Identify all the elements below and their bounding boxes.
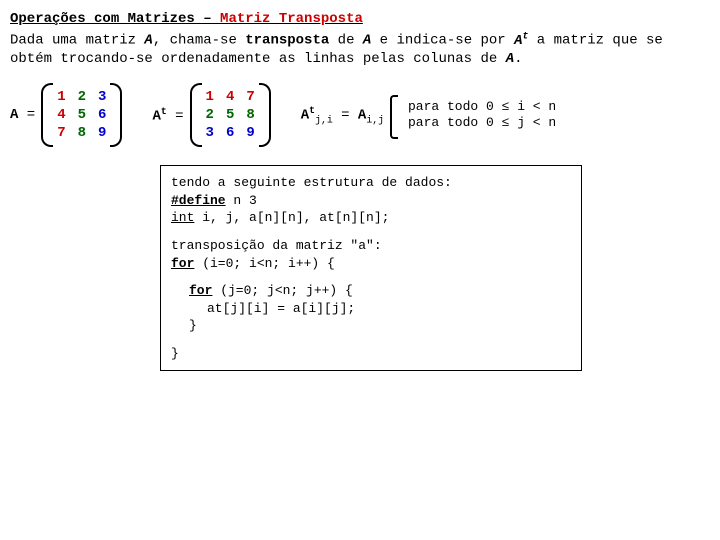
conditions: para todo 0 ≤ i < n para todo 0 ≤ j < n [408, 99, 556, 132]
matrix-row: A = 1 2 3 4 5 6 7 8 9 At = 1 4 7 2 5 8 3 [10, 83, 710, 147]
txt: A [152, 109, 160, 125]
code-line: for (j=0; j<n; j++) { [171, 282, 571, 300]
cond-line: para todo 0 ≤ j < n [408, 115, 556, 131]
txt: A [301, 108, 309, 124]
sym-A: A [506, 51, 514, 67]
intro-text: Dada uma matriz A, chama-se transposta d… [10, 33, 663, 68]
blank-line [171, 335, 571, 345]
code-line: for (i=0; i<n; i++) { [171, 256, 335, 271]
code-line: int i, j, a[n][n], at[n][n]; [171, 210, 389, 225]
code-line: } [171, 346, 179, 361]
kw-define: #define [171, 193, 226, 208]
txt: i < n [509, 99, 556, 114]
txt: i,j [366, 115, 384, 126]
cell: 6 [226, 125, 234, 141]
header-block: Operações com Matrizes – Matriz Transpos… [10, 10, 710, 69]
paren-left-icon [190, 83, 200, 147]
word-transposta: transposta [245, 33, 329, 49]
cell: 9 [246, 125, 254, 141]
txt: j,i [315, 115, 333, 126]
txt: para todo 0 [408, 115, 502, 130]
brace-icon [390, 95, 398, 139]
txt: j < n [509, 115, 556, 130]
txt: i, j, a[n][n], at[n][n]; [194, 210, 389, 225]
code-line: #define n 3 [171, 193, 257, 208]
title-highlight: Matriz Transposta [220, 11, 363, 27]
page-title: Operações com Matrizes – Matriz Transpos… [10, 11, 363, 27]
cell: 1 [206, 89, 214, 105]
txt: = [18, 107, 35, 123]
txt: . [514, 51, 522, 67]
code-line: at[j][i] = a[i][j]; [171, 300, 571, 318]
cell: 9 [98, 125, 106, 141]
txt: = [167, 109, 184, 125]
code-line: tendo a seguinte estrutura de dados: [171, 175, 452, 190]
transpose-formula: Atj,i = Ai,j [301, 105, 384, 125]
paren-left-icon [41, 83, 51, 147]
matrix-a-grid: 1 2 3 4 5 6 7 8 9 [51, 83, 112, 147]
txt: de [329, 33, 363, 49]
sym-At: At [514, 33, 528, 49]
txt: , chama-se [153, 33, 245, 49]
cell: 5 [78, 107, 86, 123]
txt: para todo 0 [408, 99, 502, 114]
matrix-a-label: A = [10, 107, 35, 123]
code-line: } [171, 317, 571, 335]
cond-line: para todo 0 ≤ i < n [408, 99, 556, 115]
cell: 3 [206, 125, 214, 141]
matrix-a: 1 2 3 4 5 6 7 8 9 [41, 83, 122, 147]
title-prefix: Operações com Matrizes – [10, 11, 220, 27]
txt: (i=0; i<n; i++) { [194, 256, 334, 271]
blank-line [171, 227, 571, 237]
txt: n 3 [226, 193, 257, 208]
code-line: transposição da matriz "a": [171, 238, 382, 253]
kw-for: for [189, 283, 212, 298]
blank-line [171, 272, 571, 282]
txt: A [514, 33, 522, 49]
cell: 3 [98, 89, 106, 105]
cell: 2 [78, 89, 86, 105]
txt: e indica-se por [371, 33, 514, 49]
cell: 7 [57, 125, 65, 141]
txt: (j=0; j<n; j++) { [212, 283, 352, 298]
cell: 6 [98, 107, 106, 123]
cell: 8 [246, 107, 254, 123]
paren-right-icon [112, 83, 122, 147]
kw-for: for [171, 256, 194, 271]
matrix-at-grid: 1 4 7 2 5 8 3 6 9 [200, 83, 261, 147]
txt: = [333, 108, 358, 124]
cell: 1 [57, 89, 65, 105]
cell: 5 [226, 107, 234, 123]
paren-right-icon [261, 83, 271, 147]
matrix-at-label: At = [152, 106, 183, 125]
cell: 2 [206, 107, 214, 123]
txt: Dada uma matriz [10, 33, 144, 49]
cell: 7 [246, 89, 254, 105]
cell: 4 [226, 89, 234, 105]
cell: 8 [78, 125, 86, 141]
code-box: tendo a seguinte estrutura de dados: #de… [160, 165, 582, 371]
sym-A: A [144, 33, 152, 49]
kw-int: int [171, 210, 194, 225]
cell: 4 [57, 107, 65, 123]
matrix-at: 1 4 7 2 5 8 3 6 9 [190, 83, 271, 147]
